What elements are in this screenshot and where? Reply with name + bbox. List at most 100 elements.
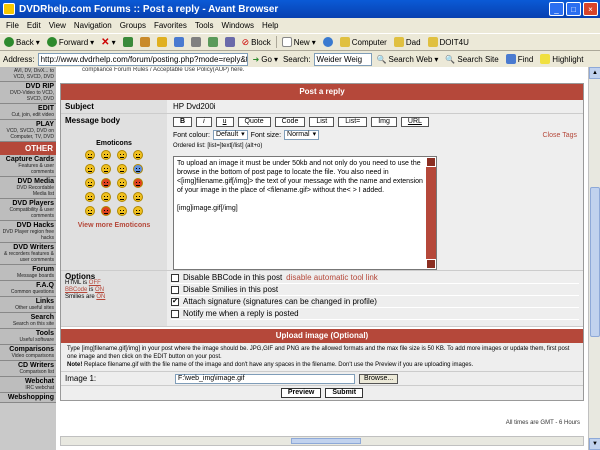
menu-groups[interactable]: Groups (116, 21, 150, 30)
message-textarea[interactable]: To upload an image it must be under 50kb… (173, 156, 437, 270)
shocked-icon[interactable] (100, 164, 111, 174)
scroll-down-icon[interactable] (426, 259, 436, 269)
globe-button[interactable] (321, 37, 335, 47)
sidebar-item-convert[interactable]: AVI, DV, DivX... to VCD, SVCD, DVD (0, 67, 56, 82)
new-button[interactable]: New ▾ (280, 37, 318, 47)
doit-link[interactable]: DOIT4U (426, 37, 471, 47)
url-button[interactable]: URL (400, 117, 429, 127)
dad-link[interactable]: Dad (392, 37, 423, 47)
sidebar-item-dvd-hacks[interactable]: DVD Hacks DVD Player region free hacks (0, 221, 56, 243)
sidebar-item-dvd-players[interactable]: DVD Players Compatibility & user comments (0, 199, 56, 221)
scroll-up-icon[interactable] (426, 157, 436, 167)
menu-view[interactable]: View (45, 21, 70, 30)
sidebar-item-edit[interactable]: EDIT Cut, join, edit video (0, 104, 56, 120)
edit-page-button[interactable] (206, 37, 220, 47)
sidebar-item-tools[interactable]: Tools Useful software (0, 329, 56, 345)
smile-icon[interactable] (84, 150, 95, 160)
sidebar-item-comparisons[interactable]: Comparisons Video comparisons (0, 345, 56, 361)
forward-button[interactable]: Forward ▾ (45, 37, 96, 47)
mad-icon[interactable] (100, 178, 111, 188)
evil-icon[interactable] (100, 192, 111, 202)
surprised-icon[interactable] (84, 164, 95, 174)
menu-help[interactable]: Help (258, 21, 282, 30)
sidebar-item-cd-writers[interactable]: CD Writers Comparison list (0, 361, 56, 377)
crying-icon[interactable] (84, 192, 95, 202)
browse-button[interactable]: Browse... (359, 373, 399, 384)
twisted-icon[interactable] (116, 192, 127, 202)
minimize-button[interactable]: _ (549, 2, 564, 16)
sidebar-item-search[interactable]: Search Search on this site (0, 313, 56, 329)
horizontal-scroll-thumb[interactable] (291, 438, 361, 444)
close-button[interactable]: × (583, 2, 598, 16)
sidebar-item-dvd-writers[interactable]: DVD Writers & recorders features & user c… (0, 243, 56, 265)
laughing-icon[interactable] (84, 178, 95, 188)
scroll-up-icon[interactable]: ▲ (589, 67, 600, 79)
wink-icon[interactable] (84, 206, 95, 216)
disable-bbcode-checkbox[interactable] (171, 273, 179, 282)
bold-button[interactable]: B (173, 117, 193, 127)
question-icon[interactable] (116, 206, 127, 216)
horizontal-scrollbar[interactable] (60, 436, 584, 446)
highlight-button[interactable]: Highlight (538, 54, 585, 64)
address-input[interactable]: http://www.dvdrhelp.com/forum/posting.ph… (37, 52, 248, 66)
search-input[interactable]: Weider Weig (313, 52, 372, 66)
find-button[interactable]: Find (504, 54, 536, 64)
block-button[interactable]: ⊘ Block (240, 37, 273, 48)
disable-smilies-checkbox[interactable] (171, 285, 179, 294)
menu-file[interactable]: File (2, 21, 23, 30)
list-button[interactable]: List (309, 117, 335, 127)
ordered-list-button[interactable]: List= (338, 117, 368, 127)
refresh-button[interactable] (121, 37, 135, 47)
cool-icon[interactable] (132, 164, 143, 174)
idea-icon[interactable] (132, 206, 143, 216)
print-button[interactable] (189, 37, 203, 47)
vertical-scroll-thumb[interactable] (590, 187, 600, 337)
attach-signature-checkbox[interactable]: ✔ (171, 297, 179, 306)
sidebar-item-dvd-media[interactable]: DVD Media DVD Recordable Media list (0, 177, 56, 199)
sidebar-item-faq[interactable]: F.A.Q Common questions (0, 281, 56, 297)
close-tags-link[interactable]: Close Tags (542, 132, 577, 139)
menu-tools[interactable]: Tools (191, 21, 218, 30)
textarea-scrollbar[interactable] (426, 157, 436, 269)
favorites-button[interactable] (155, 37, 169, 47)
embarrassed-icon[interactable] (132, 178, 143, 188)
stop-button[interactable]: ✕ ▾ (99, 37, 117, 48)
rolling-eyes-icon[interactable] (132, 192, 143, 202)
img-button[interactable]: Img (371, 117, 397, 127)
menu-navigation[interactable]: Navigation (70, 21, 116, 30)
sidebar-item-capture-cards[interactable]: Capture Cards Features & user comments (0, 155, 56, 177)
computer-link[interactable]: Computer (338, 37, 389, 47)
sad-icon[interactable] (132, 150, 143, 160)
exclamation-icon[interactable] (100, 206, 111, 216)
font-size-select[interactable]: Normal ▾ (284, 130, 320, 140)
code-button[interactable]: Code (274, 117, 306, 127)
quote-button[interactable]: Quote (237, 117, 271, 127)
menu-windows[interactable]: Windows (218, 21, 258, 30)
go-button[interactable]: ➜ Go ▾ (251, 55, 280, 64)
vertical-scrollbar[interactable]: ▲ ▼ (588, 67, 600, 450)
font-colour-select[interactable]: Default ▾ (212, 130, 248, 140)
sidebar-item-play[interactable]: PLAY VCD, SVCD, DVD on Computer, TV, DVD (0, 120, 56, 142)
italic-button[interactable]: i (196, 117, 212, 127)
disable-tool-link[interactable]: disable automatic tool link (286, 273, 378, 282)
big-grin-icon[interactable] (100, 150, 111, 160)
subject-input[interactable]: HP Dvd200i (167, 100, 583, 113)
search-site-button[interactable]: 🔍 Search Site (443, 55, 500, 64)
settings-button[interactable] (223, 37, 237, 47)
confused-icon[interactable] (116, 164, 127, 174)
menu-edit[interactable]: Edit (23, 21, 45, 30)
sidebar-item-dvd-rip[interactable]: DVD RIP DVD-Video to VCD, SVCD, DVD (0, 82, 56, 104)
home-button[interactable] (138, 37, 152, 47)
happy-icon[interactable] (116, 150, 127, 160)
menu-favorites[interactable]: Favorites (150, 21, 191, 30)
scroll-down-icon[interactable]: ▼ (589, 438, 600, 450)
sidebar-item-webchat[interactable]: Webchat IRC webchat (0, 377, 56, 393)
submit-button[interactable]: Submit (325, 388, 364, 398)
sidebar-item-links[interactable]: Links Other useful sites (0, 297, 56, 313)
back-button[interactable]: Back ▾ (2, 37, 42, 47)
maximize-button[interactable]: □ (566, 2, 581, 16)
sidebar-item-forum[interactable]: Forum Message boards (0, 265, 56, 281)
razz-icon[interactable] (116, 178, 127, 188)
search-web-button[interactable]: 🔍 Search Web ▾ (375, 55, 441, 64)
sidebar-item-webshopping[interactable]: Webshopping (0, 393, 56, 403)
